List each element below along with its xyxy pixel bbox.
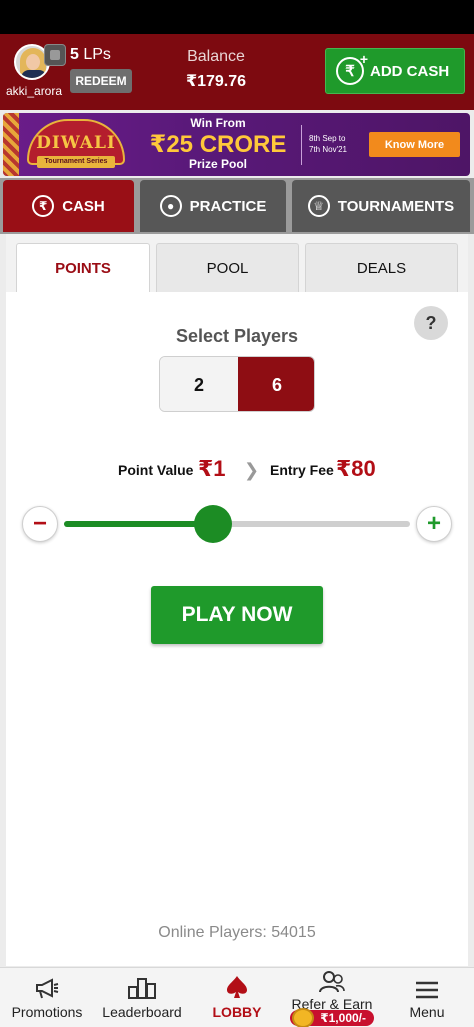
tab-cash-label: CASH — [62, 197, 105, 215]
chevron-right-icon: ❯ — [244, 460, 260, 480]
tab-pool[interactable]: POOL — [156, 243, 299, 292]
promo-banner[interactable]: DIWALI Tournament Series Win From ₹25 CR… — [3, 113, 470, 176]
players-option-6[interactable]: 6 — [238, 357, 314, 411]
nav-lobby[interactable]: LOBBY — [200, 968, 274, 1027]
select-players-title: Select Players — [175, 326, 299, 346]
level-badge-icon — [44, 44, 66, 66]
points-panel: POINTS POOL DEALS ? Select Players 2 6 P… — [6, 234, 468, 966]
point-value-row: Point Value ₹1 ❯ Entry Fee ₹80 — [6, 456, 468, 486]
podium-icon — [127, 968, 157, 1000]
tab-cash[interactable]: ₹ CASH — [3, 180, 134, 232]
nav-menu[interactable]: Menu — [392, 968, 462, 1027]
banner-prize-pool: Prize Pool — [188, 157, 247, 171]
username: akki_arora — [6, 84, 63, 98]
tab-points[interactable]: POINTS — [16, 243, 150, 292]
decrease-button[interactable]: − — [22, 506, 58, 542]
online-players-count: Online Players: 54015 — [158, 924, 316, 941]
banner-divider — [301, 125, 302, 165]
banner-win-from: Win From — [190, 116, 246, 130]
add-cash-label: ADD CASH — [370, 62, 450, 80]
tab-deals[interactable]: DEALS — [305, 243, 458, 292]
nav-leaderboard-label: Leaderboard — [102, 1004, 182, 1020]
players-selector: 2 6 — [159, 356, 315, 412]
nav-promotions[interactable]: Promotions — [6, 968, 88, 1027]
status-bar — [0, 0, 474, 34]
game-type-tabs: ₹ CASH ● PRACTICE ♕ TOURNAMENTS — [0, 178, 474, 234]
trophy-icon: ♕ — [307, 195, 330, 217]
spade-icon — [225, 968, 249, 1000]
nav-promotions-label: Promotions — [11, 1004, 83, 1020]
diwali-logo: DIWALI Tournament Series — [23, 119, 129, 169]
banner-dates-line1: 8th Sep to — [309, 134, 346, 143]
slider-fill — [64, 521, 213, 527]
know-more-button[interactable]: Know More — [369, 132, 460, 157]
coin-icon — [292, 1008, 314, 1027]
banner-decoration — [3, 113, 19, 176]
loyalty-points: 5 LPs — [70, 46, 111, 64]
bottom-navigation: Promotions Leaderboard LOBBY Refer & Ear… — [0, 967, 474, 1027]
slider-thumb[interactable] — [193, 505, 232, 543]
banner-dates: 8th Sep to 7th Nov'21 — [309, 133, 361, 155]
tab-practice[interactable]: ● PRACTICE — [140, 180, 286, 232]
balance-value: ₹179.76 — [185, 73, 247, 90]
tab-tournaments[interactable]: ♕ TOURNAMENTS — [292, 180, 470, 232]
top-header: akki_arora 5 LPs REDEEM Balance ₹179.76 … — [0, 34, 474, 110]
point-value: ₹1 — [198, 456, 226, 481]
diwali-subtitle: Tournament Series — [37, 156, 115, 168]
entry-fee-label: Entry Fee — [270, 462, 334, 478]
tab-tournaments-label: TOURNAMENTS — [337, 197, 455, 215]
entry-fee-value: ₹80 — [336, 456, 376, 481]
increase-button[interactable]: + — [416, 506, 452, 542]
point-value-label: Point Value — [118, 462, 194, 478]
lps-number: 5 — [70, 46, 79, 63]
people-icon — [318, 968, 346, 994]
megaphone-icon — [34, 968, 60, 1000]
variant-tabs: POINTS POOL DEALS — [6, 234, 468, 292]
redeem-button[interactable]: REDEEM — [70, 69, 132, 93]
diwali-title: DIWALI — [36, 133, 116, 153]
tab-practice-label: PRACTICE — [189, 197, 267, 215]
nav-leaderboard[interactable]: Leaderboard — [98, 968, 186, 1027]
add-cash-button[interactable]: ₹ + ADD CASH — [325, 48, 465, 94]
nav-menu-label: Menu — [409, 1004, 445, 1020]
play-now-button[interactable]: PLAY NOW — [151, 586, 323, 644]
nav-lobby-label: LOBBY — [212, 1004, 262, 1020]
chip-icon: ● — [159, 195, 182, 217]
lps-suffix: LPs — [78, 46, 111, 63]
hamburger-icon — [414, 968, 440, 1000]
banner-amount: ₹25 CRORE — [149, 131, 287, 158]
rupee-icon: ₹ — [32, 195, 55, 217]
banner-dates-line2: 7th Nov'21 — [309, 145, 347, 154]
players-option-2[interactable]: 2 — [160, 357, 238, 411]
point-value-slider[interactable] — [64, 521, 410, 527]
rupee-plus-icon: ₹ + — [336, 51, 368, 85]
balance-label: Balance — [187, 48, 245, 65]
